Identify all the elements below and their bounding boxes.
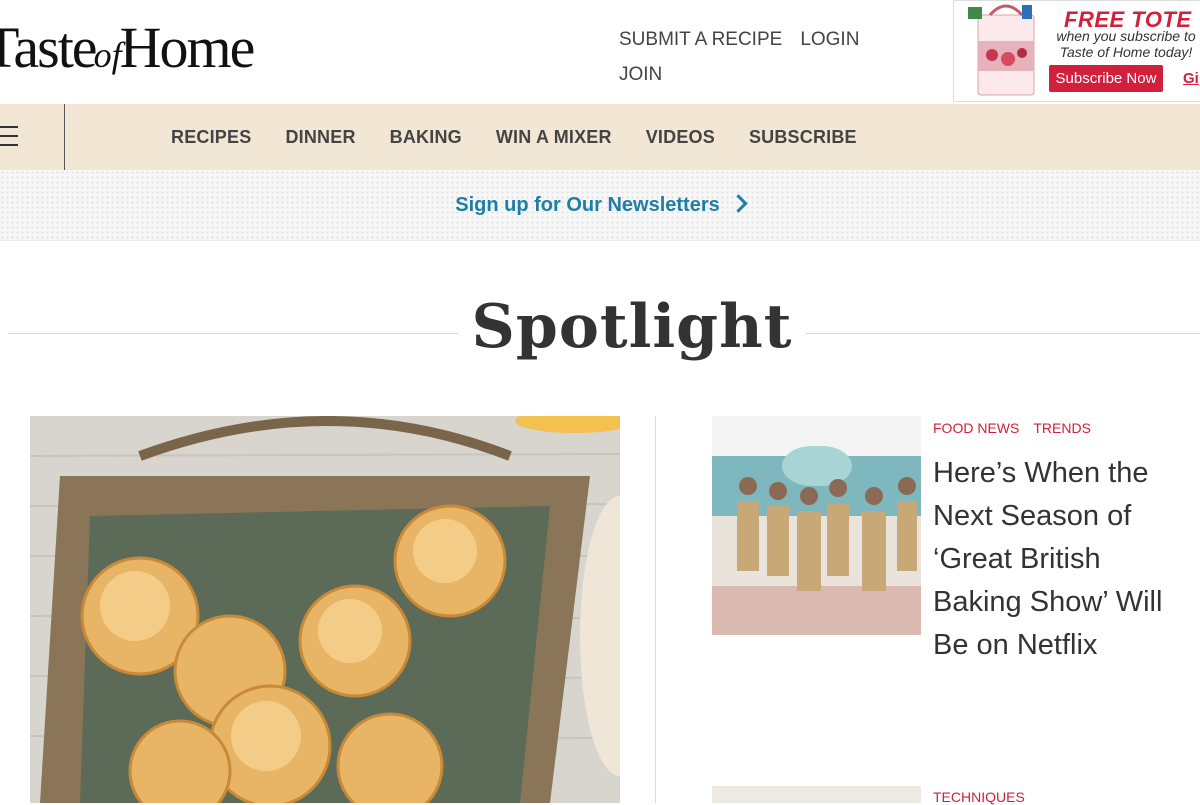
article-thumbnail[interactable] — [712, 786, 921, 803]
login-link[interactable]: LOGIN — [800, 22, 859, 57]
biscuits-basket-photo — [30, 416, 620, 803]
section-title: Spotlight — [471, 292, 793, 362]
chevron-right-icon — [729, 194, 748, 213]
article-thumbnail[interactable] — [712, 416, 921, 635]
newsletter-label: Sign up for Our Newsletters — [455, 194, 720, 216]
featured-article-image[interactable] — [30, 416, 620, 803]
main-nav: RECIPES DINNER BAKING WIN A MIXER VIDEOS… — [0, 104, 1200, 170]
logo-text-of: of — [93, 35, 122, 75]
baking-show-cast-photo — [712, 416, 921, 635]
menu-icon[interactable] — [0, 126, 18, 148]
nav-item-baking[interactable]: BAKING — [390, 127, 462, 148]
column-divider — [655, 416, 656, 803]
logo-text-home: Home — [119, 15, 256, 80]
tag-food-news[interactable]: FOOD NEWS — [933, 420, 1019, 436]
article-title-link[interactable]: Here’s When the Next Season of ‘Great Br… — [933, 452, 1183, 667]
nav-item-dinner[interactable]: DINNER — [285, 127, 355, 148]
subscribe-promo[interactable]: FREE TOTE when you subscribe to Taste of… — [953, 0, 1200, 102]
tote-bag-image — [968, 4, 1035, 96]
article-tags: FOOD NEWS TRENDS — [933, 420, 1105, 436]
submit-recipe-link[interactable]: SUBMIT A RECIPE — [619, 22, 782, 57]
nav-item-recipes[interactable]: RECIPES — [171, 127, 251, 148]
newsletter-bar: Sign up for Our Newsletters — [0, 170, 1200, 241]
nav-item-subscribe[interactable]: SUBSCRIBE — [749, 127, 857, 148]
promo-subtext: when you subscribe to Taste of Home toda… — [1056, 28, 1196, 60]
nav-divider — [64, 104, 65, 170]
site-logo[interactable]: TasteofHome — [0, 14, 256, 81]
join-link[interactable]: JOIN — [619, 57, 662, 92]
site-header: TasteofHome SUBMIT A RECIPE LOGIN JOIN FR… — [0, 0, 1200, 104]
tag-trends[interactable]: TRENDS — [1033, 420, 1091, 436]
logo-text-taste: Taste — [0, 15, 98, 80]
nav-items: RECIPES DINNER BAKING WIN A MIXER VIDEOS… — [171, 104, 891, 170]
subscribe-now-button[interactable]: Subscribe Now — [1049, 65, 1163, 92]
gift-link[interactable]: Gi — [1183, 70, 1199, 87]
newsletter-signup-link[interactable]: Sign up for Our Newsletters — [0, 194, 1200, 217]
account-links: SUBMIT A RECIPE LOGIN JOIN — [619, 22, 919, 92]
heading-rule-left — [8, 333, 458, 334]
heading-rule-right — [806, 333, 1200, 334]
nav-item-win-a-mixer[interactable]: WIN A MIXER — [496, 127, 612, 148]
nav-item-videos[interactable]: VIDEOS — [646, 127, 715, 148]
